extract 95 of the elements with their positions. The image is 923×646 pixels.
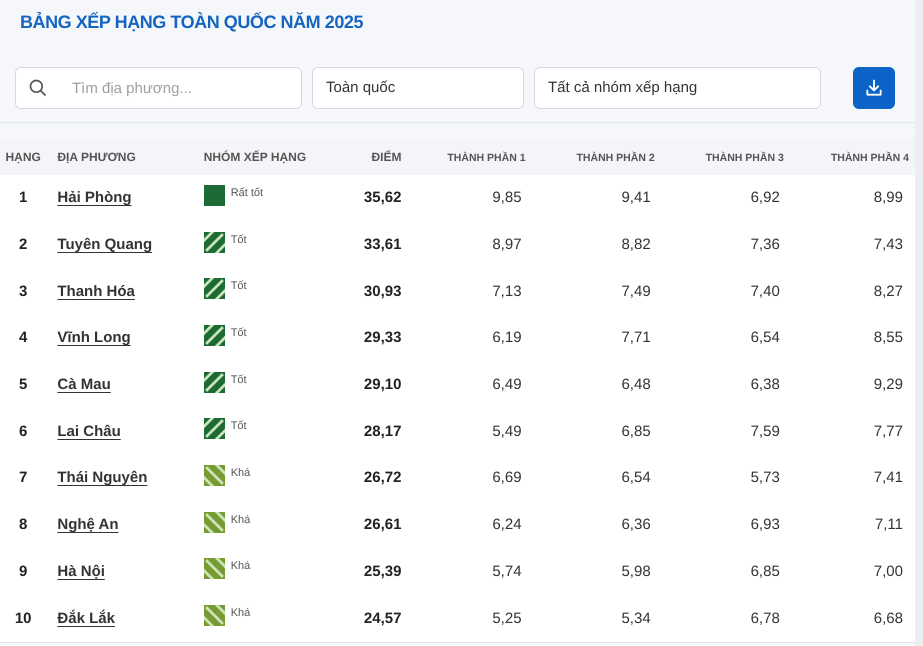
- component-score-cell: 6,36: [621, 516, 651, 534]
- group-label: Tốt: [230, 232, 247, 248]
- locality-link[interactable]: Lai Châu: [57, 422, 121, 440]
- component-score-cell: 7,43: [874, 236, 903, 254]
- component-score-cell: 6,54: [621, 469, 651, 486]
- score-cell: 30,93: [364, 282, 402, 300]
- component-score-cell: 6,93: [750, 516, 780, 534]
- component-score-cell: 6,68: [874, 610, 903, 627]
- rank-cell: 2: [19, 236, 28, 254]
- component-score-cell: 6,85: [750, 562, 780, 580]
- score-cell: 26,72: [364, 469, 402, 486]
- rank-cell: 4: [19, 329, 28, 346]
- group-label: Khá: [230, 512, 250, 528]
- group-label: Tốt: [230, 419, 247, 434]
- column-header: ĐIỂM: [371, 150, 402, 164]
- score-cell: 35,62: [364, 189, 402, 206]
- component-score-cell: 7,36: [750, 236, 780, 254]
- score-cell: 28,17: [364, 422, 402, 440]
- component-score-cell: 8,82: [621, 236, 651, 254]
- rank-cell: 3: [19, 282, 28, 300]
- score-cell: 25,39: [364, 562, 402, 580]
- score-cell: 26,61: [364, 516, 402, 534]
- group-label: Tốt: [230, 279, 247, 294]
- locality-link[interactable]: Vĩnh Long: [57, 329, 131, 346]
- locality-link[interactable]: Cà Mau: [57, 376, 111, 394]
- component-score-cell: 8,27: [874, 282, 903, 300]
- component-score-cell: 7,11: [874, 516, 903, 534]
- component-score-cell: 7,13: [492, 282, 522, 300]
- component-score-cell: 7,71: [621, 329, 651, 346]
- rank-cell: 6: [19, 422, 28, 440]
- component-score-cell: 6,19: [492, 329, 522, 346]
- component-score-cell: 6,48: [621, 376, 651, 394]
- component-score-cell: 9,41: [621, 189, 651, 206]
- locality-link[interactable]: Nghệ An: [57, 516, 118, 534]
- component-score-cell: 6,38: [750, 376, 780, 394]
- component-score-cell: 5,25: [492, 610, 522, 627]
- component-score-cell: 7,59: [750, 422, 780, 440]
- component-score-cell: 8,97: [492, 236, 522, 254]
- component-score-cell: 5,74: [492, 562, 522, 580]
- component-score-cell: 5,34: [621, 610, 651, 627]
- group-label: Khá: [230, 606, 250, 622]
- locality-link[interactable]: Hà Nội: [57, 562, 105, 580]
- column-header: NHÓM XẾP HẠNG: [204, 150, 306, 164]
- group-label: Tốt: [230, 372, 247, 388]
- component-score-cell: 5,98: [621, 562, 651, 580]
- column-header: THÀNH PHẦN 2: [576, 152, 655, 164]
- component-score-cell: 7,49: [621, 282, 651, 300]
- column-header: THÀNH PHẦN 3: [706, 152, 784, 164]
- group-label: Rất tốt: [230, 186, 264, 201]
- component-score-cell: 9,29: [874, 376, 903, 394]
- component-score-cell: 8,99: [874, 189, 903, 206]
- locality-link[interactable]: Hải Phòng: [57, 189, 132, 206]
- page-title: BẢNG XẾP HẠNG TOÀN QUỐC NĂM 2025: [19, 10, 364, 34]
- component-score-cell: 6,24: [492, 516, 522, 534]
- component-score-cell: 5,49: [492, 422, 522, 440]
- score-cell: 29,10: [364, 376, 402, 394]
- search-field[interactable]: Tìm địa phương...: [15, 67, 302, 109]
- component-score-cell: 7,00: [874, 562, 903, 580]
- rank-cell: 1: [19, 189, 28, 206]
- locality-link[interactable]: Đắk Lắk: [57, 610, 115, 627]
- component-score-cell: 8,55: [874, 329, 903, 346]
- rank-cell: 5: [19, 376, 28, 394]
- component-score-cell: 6,78: [750, 610, 780, 627]
- score-cell: 33,61: [364, 236, 402, 254]
- rank-cell: 7: [19, 469, 28, 486]
- component-score-cell: 7,40: [750, 282, 780, 300]
- column-header: ĐỊA PHƯƠNG: [57, 150, 136, 164]
- component-score-cell: 6,54: [750, 329, 780, 346]
- component-score-cell: 7,77: [874, 422, 903, 440]
- download-button[interactable]: [853, 67, 895, 109]
- region-select[interactable]: Toàn quốc: [312, 67, 524, 109]
- component-score-cell: 6,69: [492, 469, 522, 486]
- component-score-cell: 5,73: [750, 469, 780, 486]
- column-header: THÀNH PHẦN 4: [830, 152, 909, 164]
- locality-link[interactable]: Thái Nguyên: [57, 469, 148, 486]
- component-score-cell: 6,92: [750, 189, 780, 206]
- component-score-cell: 6,85: [621, 422, 651, 440]
- group-label: Tốt: [230, 326, 247, 341]
- locality-link[interactable]: Tuyên Quang: [57, 236, 152, 254]
- component-score-cell: 9,85: [492, 189, 522, 206]
- locality-link[interactable]: Thanh Hóa: [57, 282, 135, 300]
- rank-cell: 10: [14, 610, 32, 627]
- column-header: THÀNH PHẦN 1: [447, 152, 526, 164]
- rank-cell: 8: [19, 516, 28, 534]
- group-label: Khá: [230, 559, 250, 574]
- column-header: HẠNG: [6, 150, 41, 164]
- score-cell: 29,33: [364, 329, 402, 346]
- component-score-cell: 7,41: [874, 469, 903, 486]
- component-score-cell: 6,49: [492, 376, 522, 394]
- group-label: Khá: [230, 466, 250, 481]
- score-cell: 24,57: [364, 610, 402, 627]
- search-icon: [28, 78, 48, 98]
- rank-cell: 9: [19, 562, 28, 580]
- download-icon: [864, 78, 884, 98]
- group-select[interactable]: Tất cả nhóm xếp hạng: [534, 67, 821, 109]
